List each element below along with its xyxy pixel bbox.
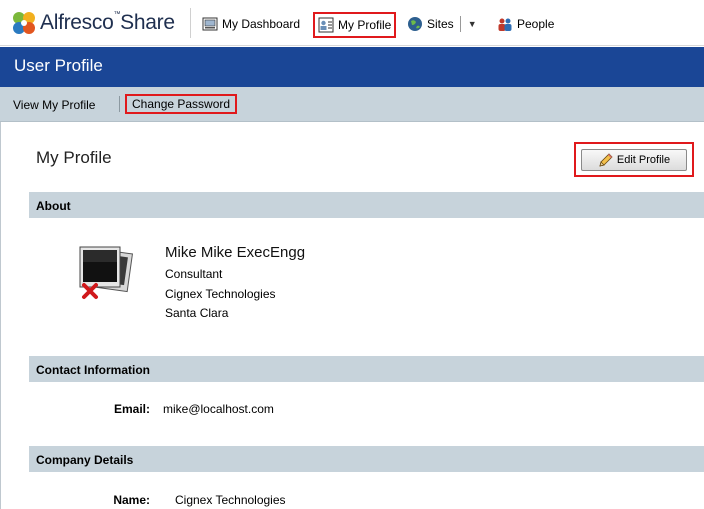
edit-profile-highlight: Edit Profile [574,142,694,177]
sites-dropdown-chevron-icon[interactable]: ▼ [468,19,477,29]
nav-people[interactable]: People [497,13,554,35]
pencil-icon [599,153,613,167]
about-section-header: About [29,192,704,218]
view-my-profile-link[interactable]: View My Profile [13,98,95,112]
company-section-header: Company Details [29,446,704,472]
content-left-border [0,122,1,509]
app-header: Alfresco™Share My Dashboard My Profile S… [0,0,704,46]
nav-separator [459,16,461,32]
user-location: Santa Clara [165,306,229,320]
edit-profile-button[interactable]: Edit Profile [581,149,687,171]
user-job-title: Consultant [165,267,223,281]
nav-my-profile[interactable]: My Profile [313,12,397,38]
subnav-divider [119,96,120,112]
people-icon [498,18,512,31]
change-password-link[interactable]: Change Password [125,94,238,114]
nav-label: People [517,17,555,31]
profile-subnav: View My Profile Change Password [0,87,704,122]
nav-label: Sites [427,17,454,31]
email-label: Email: [113,402,150,416]
dashboard-icon [202,17,218,31]
alfresco-share-logo[interactable]: Alfresco™Share [10,10,175,36]
alfresco-flower-icon [13,12,35,34]
company-name-value: Cignex Technologies [175,493,286,507]
user-organization: Cignex Technologies [165,287,276,301]
edit-profile-label: Edit Profile [616,154,671,166]
profile-icon [318,17,334,33]
page-title-text: User Profile [14,56,103,75]
my-profile-heading: My Profile [36,148,112,167]
header-divider [190,8,191,38]
logo-text: Alfresco™Share [40,11,175,34]
nav-sites[interactable]: Sites ▼ [407,13,477,35]
contact-section-header: Contact Information [29,356,704,382]
page-title-bar: User Profile [0,47,704,87]
nav-my-dashboard[interactable]: My Dashboard [202,13,300,35]
user-full-name: Mike Mike ExecEngg [165,244,306,261]
nav-label: My Profile [338,18,392,32]
nav-label: My Dashboard [222,17,301,31]
no-photo-avatar-icon [79,246,134,299]
globe-icon [408,17,422,31]
company-name-label: Name: [113,493,150,507]
email-value: mike@localhost.com [163,402,274,416]
